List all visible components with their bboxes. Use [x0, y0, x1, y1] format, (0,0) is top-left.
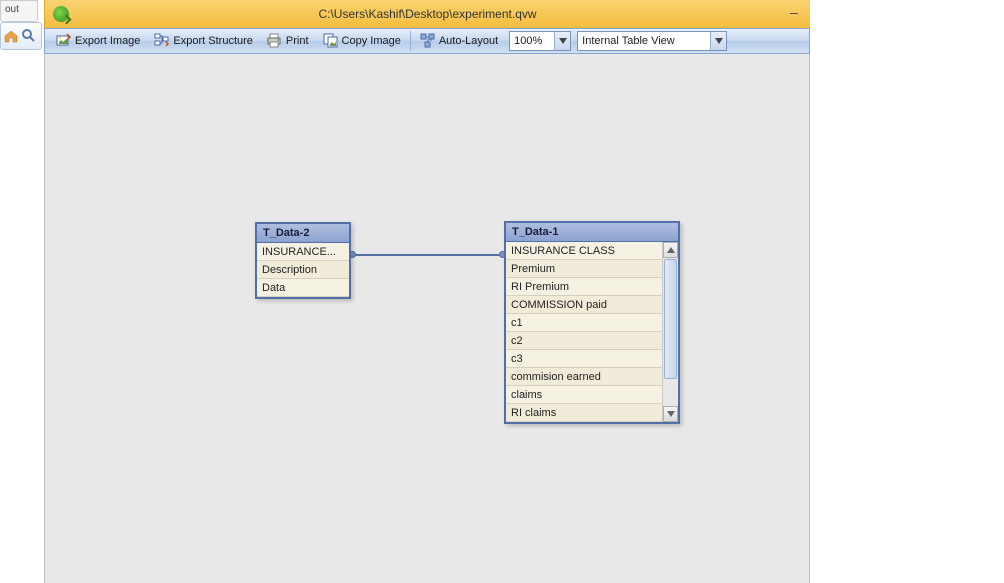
field-row[interactable]: Description — [257, 261, 349, 279]
table-link — [351, 254, 504, 256]
field-row[interactable]: RI claims — [506, 404, 662, 422]
table-header-t-data-1[interactable]: T_Data-1 — [506, 223, 678, 242]
field-row[interactable]: c1 — [506, 314, 662, 332]
scrollbar[interactable] — [662, 242, 678, 422]
auto-layout-icon — [420, 33, 436, 49]
print-icon — [267, 33, 283, 49]
copy-image-label: Copy Image — [342, 35, 401, 47]
field-row[interactable]: COMMISSION paid — [506, 296, 662, 314]
window-title-bar: C:\Users\Kashif\Desktop\experiment.qvw – — [44, 0, 810, 28]
auto-layout-button[interactable]: Auto-Layout — [413, 30, 505, 52]
export-structure-label: Export Structure — [173, 35, 252, 47]
field-row[interactable]: c2 — [506, 332, 662, 350]
window-title: C:\Users\Kashif\Desktop\experiment.qvw — [45, 7, 810, 21]
left-mini-toolbar — [0, 22, 42, 50]
table-body-t-data-2: INSURANCE... Description Data — [257, 243, 349, 297]
field-row[interactable]: RI Premium — [506, 278, 662, 296]
field-row[interactable]: commision earned — [506, 368, 662, 386]
scroll-down-button[interactable] — [663, 406, 678, 422]
field-row[interactable]: claims — [506, 386, 662, 404]
scroll-thumb[interactable] — [664, 259, 677, 379]
zoom-value: 100% — [510, 35, 554, 47]
external-left-area: out — [0, 0, 44, 583]
copy-image-button[interactable]: Copy Image — [316, 30, 408, 52]
view-mode-combo[interactable]: Internal Table View — [577, 31, 727, 51]
export-structure-button[interactable]: Export Structure — [147, 30, 259, 52]
field-row[interactable]: INSURANCE... — [257, 243, 349, 261]
toolbar-separator — [410, 31, 411, 51]
view-mode-value: Internal Table View — [578, 35, 710, 47]
field-row[interactable]: Premium — [506, 260, 662, 278]
table-t-data-2[interactable]: T_Data-2 INSURANCE... Description Data — [255, 222, 351, 299]
table-header-t-data-2[interactable]: T_Data-2 — [257, 224, 349, 243]
print-button[interactable]: Print — [260, 30, 316, 52]
export-structure-icon — [154, 33, 170, 49]
field-row[interactable]: INSURANCE CLASS — [506, 242, 662, 260]
print-label: Print — [286, 35, 309, 47]
auto-layout-label: Auto-Layout — [439, 35, 498, 47]
copy-image-icon — [323, 33, 339, 49]
home-icon[interactable] — [3, 28, 19, 44]
table-viewer-canvas[interactable]: T_Data-2 INSURANCE... Description Data T… — [44, 54, 810, 583]
table-t-data-1[interactable]: T_Data-1 INSURANCE CLASS Premium RI Prem… — [504, 221, 680, 424]
field-row[interactable]: c3 — [506, 350, 662, 368]
table-body-t-data-1: INSURANCE CLASS Premium RI Premium COMMI… — [506, 242, 678, 422]
minimize-button[interactable]: – — [782, 5, 806, 23]
zoom-dropdown-button[interactable] — [554, 32, 570, 50]
table-viewer-toolbar: Export Image Export Structure Print Copy… — [44, 28, 810, 54]
export-image-icon — [56, 33, 72, 49]
scroll-up-button[interactable] — [663, 242, 678, 258]
export-image-label: Export Image — [75, 35, 140, 47]
view-mode-dropdown-button[interactable] — [710, 32, 726, 50]
export-image-button[interactable]: Export Image — [49, 30, 147, 52]
left-tab-fragment: out — [0, 0, 38, 22]
search-icon[interactable] — [21, 28, 37, 44]
app-icon — [53, 6, 69, 22]
field-row[interactable]: Data — [257, 279, 349, 297]
zoom-combo[interactable]: 100% — [509, 31, 571, 51]
